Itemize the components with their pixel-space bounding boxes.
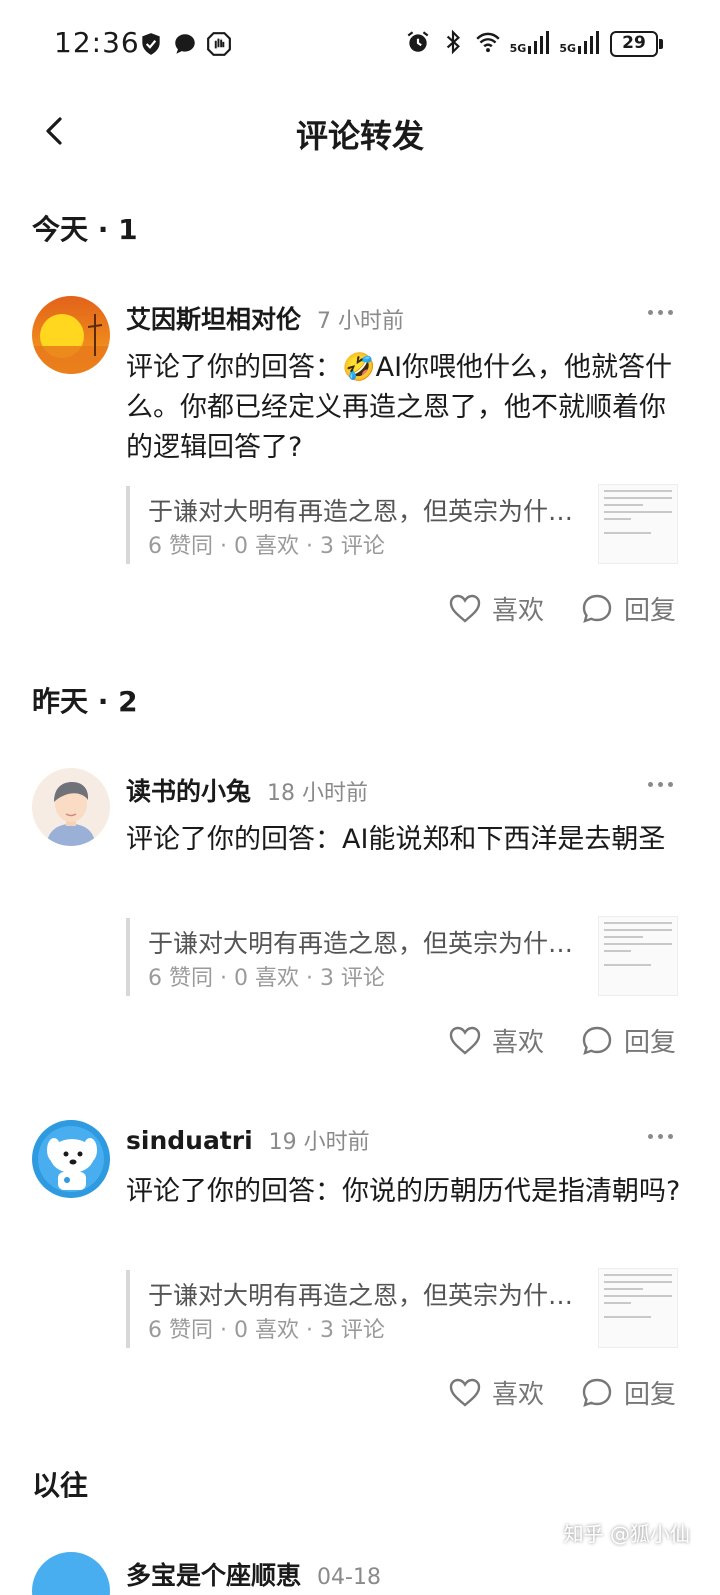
notification-item[interactable]: 多宝是个座顺恵 04-18 bbox=[0, 1552, 720, 1595]
battery-indicator: 29 bbox=[610, 31, 663, 57]
reply-button[interactable]: 回复 bbox=[580, 590, 676, 627]
quoted-answer[interactable]: 于谦对大明有再造之恩，但英宗为什么还要杀他？ 6 赞同 · 0 喜欢 · 3 评… bbox=[126, 484, 682, 564]
username[interactable]: 多宝是个座顺恵 bbox=[126, 1556, 301, 1592]
like-button[interactable]: 喜欢 bbox=[448, 1374, 544, 1411]
avatar[interactable] bbox=[32, 768, 110, 846]
notification-item[interactable]: 读书的小兔 18 小时前 评论了你的回答：AI能说郑和下西洋是去朝圣 于谦对大明… bbox=[0, 768, 720, 1068]
shield-icon bbox=[142, 33, 160, 55]
bluetooth-icon bbox=[446, 29, 460, 55]
laughing-emoji-icon: 🤣 bbox=[342, 352, 376, 383]
avatar[interactable] bbox=[32, 1552, 110, 1595]
signal-strength-2-icon: 5G bbox=[559, 30, 600, 54]
page-title: 评论转发 bbox=[295, 117, 424, 155]
timestamp: 7 小时前 bbox=[317, 309, 405, 334]
section-title-yesterday: 昨天 · 2 bbox=[32, 685, 138, 718]
timestamp: 04-18 bbox=[317, 1565, 381, 1590]
wifi-icon bbox=[475, 32, 500, 53]
quoted-answer-thumbnail bbox=[598, 1268, 678, 1348]
quoted-answer-title: 于谦对大明有再造之恩，但英宗为什么还要杀他？ bbox=[148, 929, 588, 958]
status-bar: 12:36 5G 5G 29 bbox=[0, 0, 720, 90]
timestamp: 18 小时前 bbox=[267, 781, 369, 806]
watermark: 知乎 @狐小仙 bbox=[563, 1522, 690, 1546]
heart-icon bbox=[449, 1378, 481, 1407]
reply-bubble-icon bbox=[582, 1378, 612, 1407]
reply-bubble-icon bbox=[582, 1026, 612, 1055]
username[interactable]: sinduatri bbox=[126, 1126, 253, 1155]
quoted-answer-title: 于谦对大明有再造之恩，但英宗为什么还要杀他？ bbox=[148, 1281, 588, 1310]
notifications-page: 12:36 5G 5G 29 评论转发 今天 · 1 艾因斯坦相对伦 7 小时前… bbox=[0, 0, 720, 1595]
quoted-answer-stats: 6 赞同 · 0 喜欢 · 3 评论 bbox=[148, 966, 385, 991]
header: 评论转发 bbox=[0, 95, 720, 167]
comment-text[interactable]: 评论了你的回答：你说的历朝历代是指清朝吗? bbox=[126, 1172, 682, 1212]
comment-text[interactable]: 评论了你的回答：🤣AI你喂他什么，他就答什么。你都已经定义再造之恩了，他不就顺着… bbox=[126, 348, 682, 468]
avatar[interactable] bbox=[32, 296, 110, 374]
quoted-answer-stats: 6 赞同 · 0 喜欢 · 3 评论 bbox=[148, 1318, 385, 1343]
quoted-answer-thumbnail bbox=[598, 484, 678, 564]
section-title-earlier: 以往 bbox=[32, 1469, 89, 1502]
section-title-today: 今天 · 1 bbox=[32, 213, 138, 246]
signal-strength-1-icon: 5G bbox=[510, 30, 551, 54]
timestamp: 19 小时前 bbox=[268, 1130, 370, 1155]
quoted-answer[interactable]: 于谦对大明有再造之恩，但英宗为什么还要杀他？ 6 赞同 · 0 喜欢 · 3 评… bbox=[126, 1268, 682, 1348]
reply-bubble-icon bbox=[582, 594, 612, 623]
reply-button[interactable]: 回复 bbox=[580, 1374, 676, 1411]
quoted-answer[interactable]: 于谦对大明有再造之恩，但英宗为什么还要杀他？ 6 赞同 · 0 喜欢 · 3 评… bbox=[126, 916, 682, 996]
username[interactable]: 读书的小兔 bbox=[126, 772, 251, 808]
heart-icon bbox=[449, 594, 481, 623]
chat-bubble-icon bbox=[175, 34, 195, 54]
quoted-answer-thumbnail bbox=[598, 916, 678, 996]
alarm-icon bbox=[407, 31, 429, 52]
status-time: 12:36 bbox=[54, 26, 140, 59]
avatar[interactable] bbox=[32, 1120, 110, 1198]
more-options-icon[interactable] bbox=[646, 774, 676, 794]
username[interactable]: 艾因斯坦相对伦 bbox=[126, 300, 301, 336]
notification-item[interactable]: 艾因斯坦相对伦 7 小时前 评论了你的回答：🤣AI你喂他什么，他就答什么。你都已… bbox=[0, 296, 720, 636]
like-button[interactable]: 喜欢 bbox=[448, 1022, 544, 1059]
heart-icon bbox=[449, 1026, 481, 1055]
hand-stop-icon bbox=[207, 32, 231, 56]
more-options-icon[interactable] bbox=[646, 302, 676, 322]
like-button[interactable]: 喜欢 bbox=[448, 590, 544, 627]
comment-text[interactable]: 评论了你的回答：AI能说郑和下西洋是去朝圣 bbox=[126, 820, 682, 860]
quoted-answer-stats: 6 赞同 · 0 喜欢 · 3 评论 bbox=[148, 534, 385, 559]
more-options-icon[interactable] bbox=[646, 1126, 676, 1146]
reply-button[interactable]: 回复 bbox=[580, 1022, 676, 1059]
notification-item[interactable]: sinduatri 19 小时前 评论了你的回答：你说的历朝历代是指清朝吗? 于… bbox=[0, 1120, 720, 1420]
quoted-answer-title: 于谦对大明有再造之恩，但英宗为什么还要杀他？ bbox=[148, 497, 588, 526]
